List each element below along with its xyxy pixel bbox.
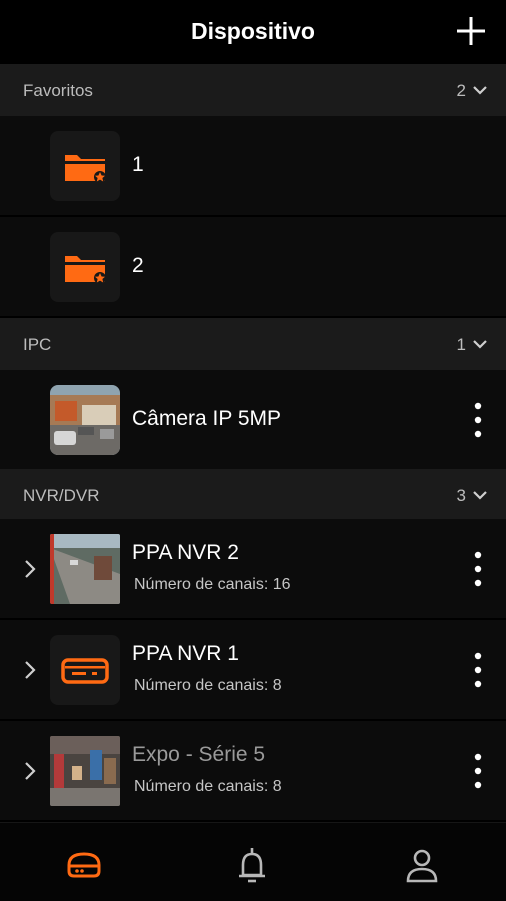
more-options-icon[interactable] [468,650,488,690]
device-row-nvr[interactable]: PPA NVR 1 Número de canais: 8 [0,620,506,721]
chevron-right-icon[interactable] [22,660,38,680]
chevron-down-icon [473,491,487,500]
section-favorites-header[interactable]: Favoritos 2 [0,64,506,116]
section-count: 2 [456,81,466,100]
user-icon[interactable] [402,845,442,885]
device-name: Câmera IP 5MP [132,407,281,430]
page-title: Dispositivo [191,18,315,44]
chevron-right-icon[interactable] [22,761,38,781]
more-options-icon[interactable] [468,400,488,440]
chevron-right-icon[interactable] [22,559,38,579]
camera-thumbnail [50,385,120,455]
camera-thumbnail [50,534,120,604]
chevron-down-icon [473,86,487,95]
bell-icon[interactable] [232,845,272,885]
section-title: NVR/DVR [23,486,100,505]
device-name: PPA NVR 1 [132,642,239,665]
channel-count: Número de canais: 8 [134,778,282,795]
section-count: 3 [456,486,466,505]
more-options-icon[interactable] [468,751,488,791]
favorite-group-label: 2 [132,254,144,277]
section-title: Favoritos [23,81,93,100]
device-name: PPA NVR 2 [132,541,239,564]
device-name: Expo - Série 5 [132,743,266,766]
bottom-tab-bar [0,822,506,901]
section-count: 1 [456,335,466,354]
channel-count: Número de canais: 16 [134,576,291,593]
device-row-nvr[interactable]: PPA NVR 2 Número de canais: 16 [0,519,506,620]
favorite-folder-icon [50,131,120,201]
favorite-group-label: 1 [132,153,144,176]
top-bar: Dispositivo [0,0,506,64]
section-title: IPC [23,335,52,354]
device-icon[interactable] [64,845,104,885]
device-row-nvr[interactable]: Expo - Série 5 Número de canais: 8 [0,721,506,822]
channel-count: Número de canais: 8 [134,677,282,694]
recorder-icon [50,635,120,705]
chevron-down-icon [473,340,487,349]
device-row-ipc[interactable]: Câmera IP 5MP [0,370,506,471]
favorite-group-row[interactable]: 1 [0,116,506,217]
more-options-icon[interactable] [468,549,488,589]
section-ipc-header[interactable]: IPC 1 [0,318,506,370]
section-nvr-header[interactable]: NVR/DVR 3 [0,469,506,521]
plus-icon[interactable] [454,14,488,48]
camera-thumbnail [50,736,120,806]
favorite-group-row[interactable]: 2 [0,217,506,318]
favorite-folder-icon [50,232,120,302]
